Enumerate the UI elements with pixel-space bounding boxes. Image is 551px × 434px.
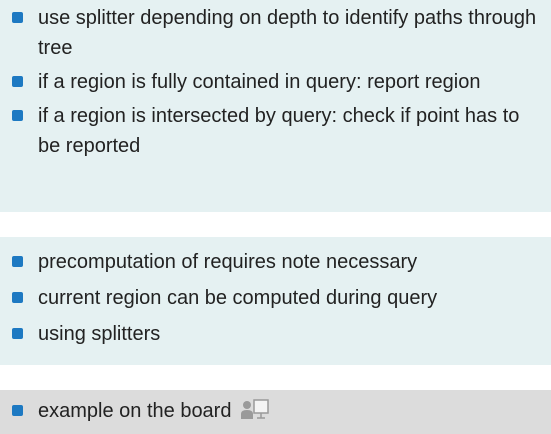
bullet-marker <box>12 256 23 267</box>
bullet-marker <box>12 405 23 416</box>
list-item-text: current region can be computed during qu… <box>38 287 438 309</box>
list-item-text: precomputation of requires note necessar… <box>38 251 418 273</box>
list-item-text: if a region is fully contained in query:… <box>38 71 481 93</box>
list-item-text: use splitter depending on depth to ident… <box>38 7 537 59</box>
list-item: precomputation of requires note necessar… <box>0 247 551 277</box>
slide-page: use splitter depending on depth to ident… <box>0 0 551 434</box>
list-item: use splitter depending on depth to ident… <box>0 3 551 63</box>
list-item: using splitters <box>0 319 551 349</box>
bullet-marker <box>12 12 23 23</box>
list-item: if a region is intersected by query: che… <box>0 101 551 161</box>
presenter-board-icon <box>241 398 269 420</box>
example-block: example on the board <box>0 390 551 434</box>
bullet-marker <box>12 328 23 339</box>
list-item: if a region is fully contained in query:… <box>0 67 551 97</box>
bullet-list-1: use splitter depending on depth to ident… <box>0 0 551 161</box>
content-block-1: use splitter depending on depth to ident… <box>0 0 551 212</box>
list-item-text: example on the board <box>38 400 232 422</box>
list-item-text: using splitters <box>38 323 161 345</box>
bullet-list-2: precomputation of requires note necessar… <box>0 237 551 349</box>
bullet-marker <box>12 76 23 87</box>
list-item-text: if a region is intersected by query: che… <box>38 105 520 157</box>
content-block-2: precomputation of requires note necessar… <box>0 237 551 365</box>
bullet-marker <box>12 292 23 303</box>
list-item: current region can be computed during qu… <box>0 283 551 313</box>
bullet-list-3: example on the board <box>0 390 551 426</box>
bullet-marker <box>12 110 23 121</box>
list-item: example on the board <box>0 396 551 426</box>
